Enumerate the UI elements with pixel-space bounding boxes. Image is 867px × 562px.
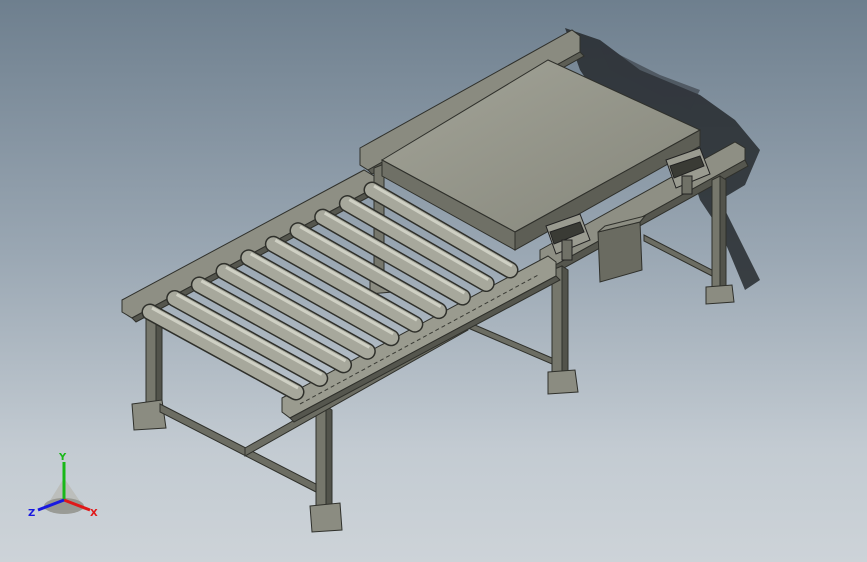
z-axis-label: Z [28,508,35,519]
cad-viewport[interactable]: Y X Z [0,0,867,562]
axis-triad: Y X Z [28,452,98,519]
y-axis-label: Y [58,452,67,463]
conveyor-model: Y X Z [28,28,760,533]
x-axis-label: X [90,508,98,519]
